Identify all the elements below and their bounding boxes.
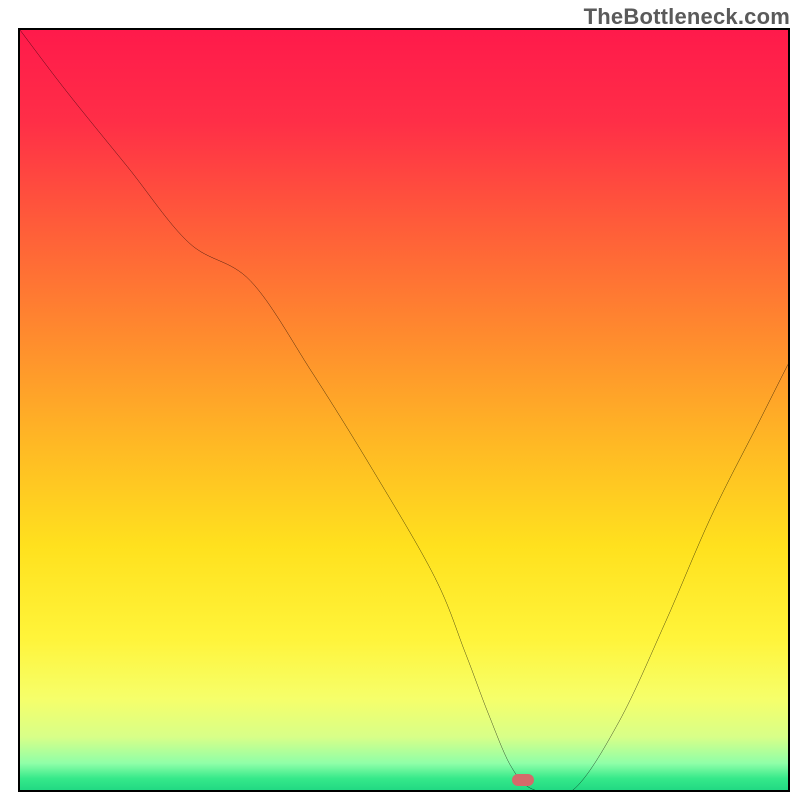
- optimal-point-marker: [512, 774, 534, 786]
- bottleneck-curve: [20, 30, 788, 790]
- chart-frame: TheBottleneck.com: [0, 0, 800, 800]
- plot-area: [18, 28, 790, 792]
- watermark-text: TheBottleneck.com: [584, 4, 790, 30]
